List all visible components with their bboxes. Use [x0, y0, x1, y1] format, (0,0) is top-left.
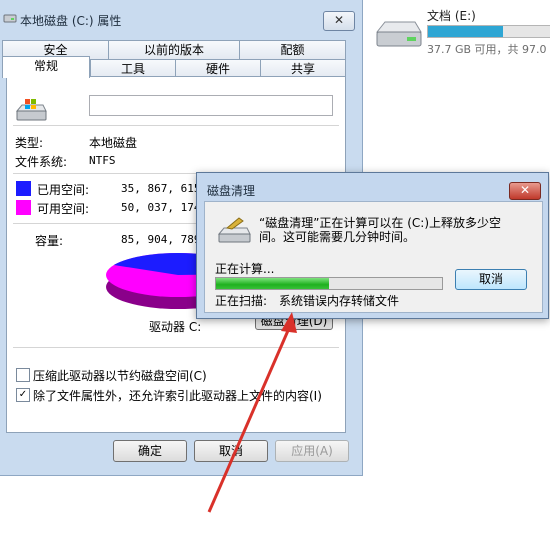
annotation-arrow-line [207, 325, 292, 513]
annotation-arrow [207, 312, 297, 513]
tab-general[interactable]: 常规 [2, 56, 90, 78]
annotation-arrow-head [281, 312, 297, 333]
